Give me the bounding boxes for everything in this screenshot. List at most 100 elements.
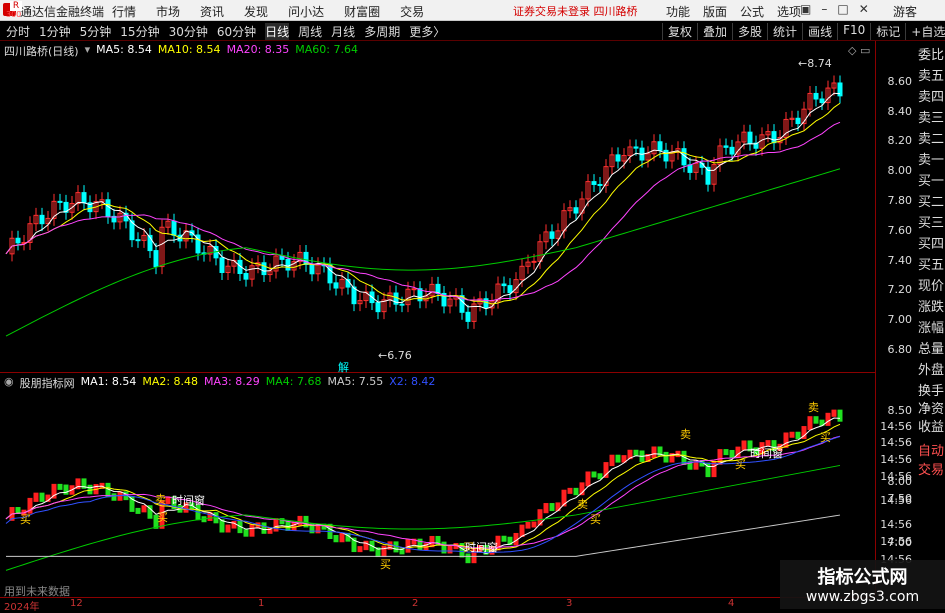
- maximize-icon[interactable]: □: [837, 2, 848, 16]
- indicator-bar: [273, 518, 279, 532]
- price-tick: 8.60: [887, 75, 913, 88]
- indicator-bar: [807, 416, 813, 431]
- ma60-line: [5, 168, 841, 337]
- watermark-url: www.zbgs3.com: [805, 589, 920, 605]
- tab-60min[interactable]: 60分钟: [217, 23, 256, 40]
- side-item[interactable]: 换手: [918, 380, 944, 399]
- tool-stats[interactable]: 统计: [767, 23, 802, 40]
- ind-tick: 7.50: [887, 492, 913, 505]
- indicator-panel[interactable]: ◉ 股朋指标网 MA1: 8.54 MA2: 8.48 MA3: 8.29 MA…: [0, 373, 875, 597]
- candle-body: [243, 273, 249, 280]
- tool-f10[interactable]: F10: [837, 23, 870, 40]
- menu-news[interactable]: 资讯: [200, 3, 224, 20]
- tab-5min[interactable]: 5分钟: [80, 23, 112, 40]
- indicator-bar: [825, 412, 831, 426]
- tab-weekly[interactable]: 周线: [298, 23, 322, 40]
- ind-tick: 8.00: [887, 475, 913, 488]
- tool-overlay[interactable]: 叠加: [697, 23, 732, 40]
- tab-30min[interactable]: 30分钟: [169, 23, 208, 40]
- menu-wealth[interactable]: 财富圈: [344, 3, 380, 20]
- tab-more[interactable]: 更多〉: [409, 23, 445, 40]
- side-item[interactable]: 交易: [918, 459, 944, 478]
- candle-body: [399, 303, 405, 306]
- side-item[interactable]: 卖四: [918, 86, 944, 105]
- indicator-bar: [723, 449, 729, 456]
- candle-body: [729, 146, 735, 155]
- price-tick: 7.20: [887, 283, 913, 296]
- side-item[interactable]: 卖五: [918, 65, 944, 84]
- tab-multi-period[interactable]: 多周期: [364, 23, 400, 40]
- side-item[interactable]: 买五: [918, 254, 944, 273]
- side-item[interactable]: 涨跌: [918, 296, 944, 315]
- indicator-bar: [537, 509, 543, 526]
- indicator-bar: [333, 535, 339, 543]
- trade-status-text[interactable]: 证券交易未登录 四川路桥: [513, 3, 638, 19]
- guest-login[interactable]: 游客: [893, 3, 917, 20]
- candle-body: [15, 237, 21, 244]
- tool-multi-stock[interactable]: 多股: [732, 23, 767, 40]
- indicator-bar: [813, 416, 819, 424]
- tab-monthly[interactable]: 月线: [331, 23, 355, 40]
- side-item[interactable]: 收益: [918, 416, 944, 435]
- menu-layout[interactable]: 版面: [703, 3, 727, 20]
- tool-draw[interactable]: 画线: [802, 23, 837, 40]
- kline-panel[interactable]: 四川路桥(日线) ▾ MA5: 8.54 MA10: 8.54 MA20: 8.…: [0, 41, 875, 373]
- candle-body: [663, 149, 669, 162]
- minimize-icon[interactable]: –: [821, 2, 827, 16]
- side-item[interactable]: 委比: [918, 44, 944, 63]
- tool-mark[interactable]: 标记: [870, 23, 905, 40]
- date-label: 2: [412, 598, 419, 609]
- close-icon[interactable]: ✕: [859, 2, 869, 16]
- candle-body: [747, 131, 753, 144]
- menu-ask[interactable]: 问小达: [288, 3, 324, 20]
- side-item[interactable]: 买二: [918, 191, 944, 210]
- menu-discover[interactable]: 发现: [244, 3, 268, 20]
- candle-body: [261, 262, 267, 276]
- side-item[interactable]: 净资: [918, 398, 944, 417]
- tab-1min[interactable]: 1分钟: [39, 23, 71, 40]
- candle-body: [105, 199, 111, 217]
- side-item[interactable]: 卖三: [918, 107, 944, 126]
- menu-options[interactable]: 选项: [777, 3, 801, 20]
- ind-ma4-line: [5, 464, 841, 571]
- candle-body: [531, 260, 537, 263]
- candle-body: [57, 200, 63, 203]
- low-price-label: ←6.76: [378, 349, 412, 362]
- menu-function[interactable]: 功能: [666, 3, 690, 20]
- side-item[interactable]: 自动: [918, 440, 944, 459]
- candle-body: [795, 117, 801, 125]
- indicator-bar: [567, 487, 573, 494]
- side-item[interactable]: 涨幅: [918, 317, 944, 336]
- tab-daily[interactable]: 日线: [265, 23, 290, 40]
- app-window: 通达信金融终端 行情 市场 资讯 发现 问小达 财富圈 交易 证券交易未登录 四…: [0, 0, 945, 613]
- watermark: 指标公式网 www.zbgs3.com: [780, 560, 945, 609]
- menu-formula[interactable]: 公式: [740, 3, 764, 20]
- indicator-bar: [651, 446, 657, 459]
- time-tick: 14:56: [880, 436, 912, 449]
- buy-signal: 买: [735, 458, 746, 471]
- side-item[interactable]: 买四: [918, 233, 944, 252]
- skin-icon[interactable]: ▣: [800, 2, 811, 16]
- tab-15min[interactable]: 15分钟: [120, 23, 159, 40]
- price-tick: 8.00: [887, 164, 913, 177]
- side-item[interactable]: 买三: [918, 212, 944, 231]
- side-item[interactable]: 买一: [918, 170, 944, 189]
- tool-rights[interactable]: 复权: [662, 23, 697, 40]
- indicator-bar: [63, 484, 69, 495]
- indicator-bar: [609, 454, 615, 467]
- side-item[interactable]: 现价: [918, 275, 944, 294]
- side-item[interactable]: 卖二: [918, 128, 944, 147]
- tab-intraday[interactable]: 分时: [6, 23, 30, 40]
- side-item[interactable]: 外盘: [918, 359, 944, 378]
- menu-trade[interactable]: 交易: [400, 3, 424, 20]
- menu-quotes[interactable]: 行情: [112, 3, 136, 20]
- menu-market[interactable]: 市场: [156, 3, 180, 20]
- candle-body: [285, 258, 291, 271]
- app-name: 通达信金融终端: [20, 5, 105, 19]
- side-item[interactable]: 总量: [918, 338, 944, 357]
- ind-ma2-line: [5, 423, 841, 551]
- candle-body: [507, 285, 513, 294]
- side-item[interactable]: 卖一: [918, 149, 944, 168]
- tool-add-watchlist[interactable]: +自选: [905, 23, 945, 40]
- buy-signal: 买: [20, 513, 31, 526]
